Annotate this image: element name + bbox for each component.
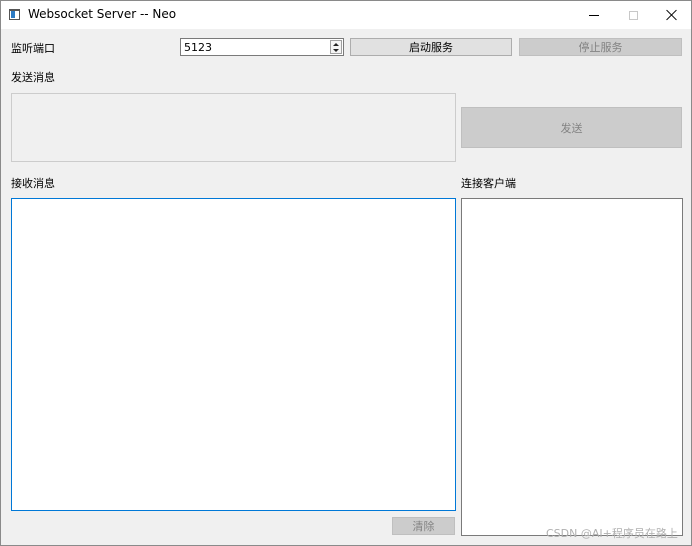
watermark-text: CSDN @AI+程序员在路上 [546, 527, 678, 540]
client-list[interactable] [461, 198, 683, 536]
port-spin-buttons[interactable] [330, 40, 342, 54]
window-title: Websocket Server -- Neo [28, 7, 177, 21]
maximize-button[interactable] [612, 1, 654, 29]
arrow-down-icon [333, 48, 339, 52]
stop-service-button[interactable]: 停止服务 [519, 38, 682, 56]
minimize-icon [589, 14, 599, 16]
main-window: Websocket Server -- Neo 监听端口 5123 启动服务 停… [0, 0, 692, 546]
receive-message-area[interactable] [11, 198, 456, 511]
port-spinbox[interactable]: 5123 [180, 38, 344, 56]
maximize-icon [628, 10, 638, 20]
spin-down-button[interactable] [331, 47, 341, 53]
arrow-up-icon [333, 42, 339, 46]
app-window-icon [9, 9, 20, 20]
minimize-button[interactable] [573, 1, 615, 29]
send-message-input[interactable] [11, 93, 456, 162]
send-message-label: 发送消息 [11, 71, 55, 84]
send-button[interactable]: 发送 [461, 107, 682, 148]
start-service-button[interactable]: 启动服务 [350, 38, 512, 56]
close-button[interactable] [651, 1, 691, 29]
connected-clients-label: 连接客户端 [461, 177, 516, 190]
receive-message-label: 接收消息 [11, 177, 55, 190]
clear-button[interactable]: 清除 [392, 517, 455, 535]
close-icon [666, 9, 678, 21]
title-bar[interactable]: Websocket Server -- Neo [1, 1, 691, 29]
port-value[interactable]: 5123 [184, 41, 212, 54]
port-label: 监听端口 [11, 42, 55, 55]
